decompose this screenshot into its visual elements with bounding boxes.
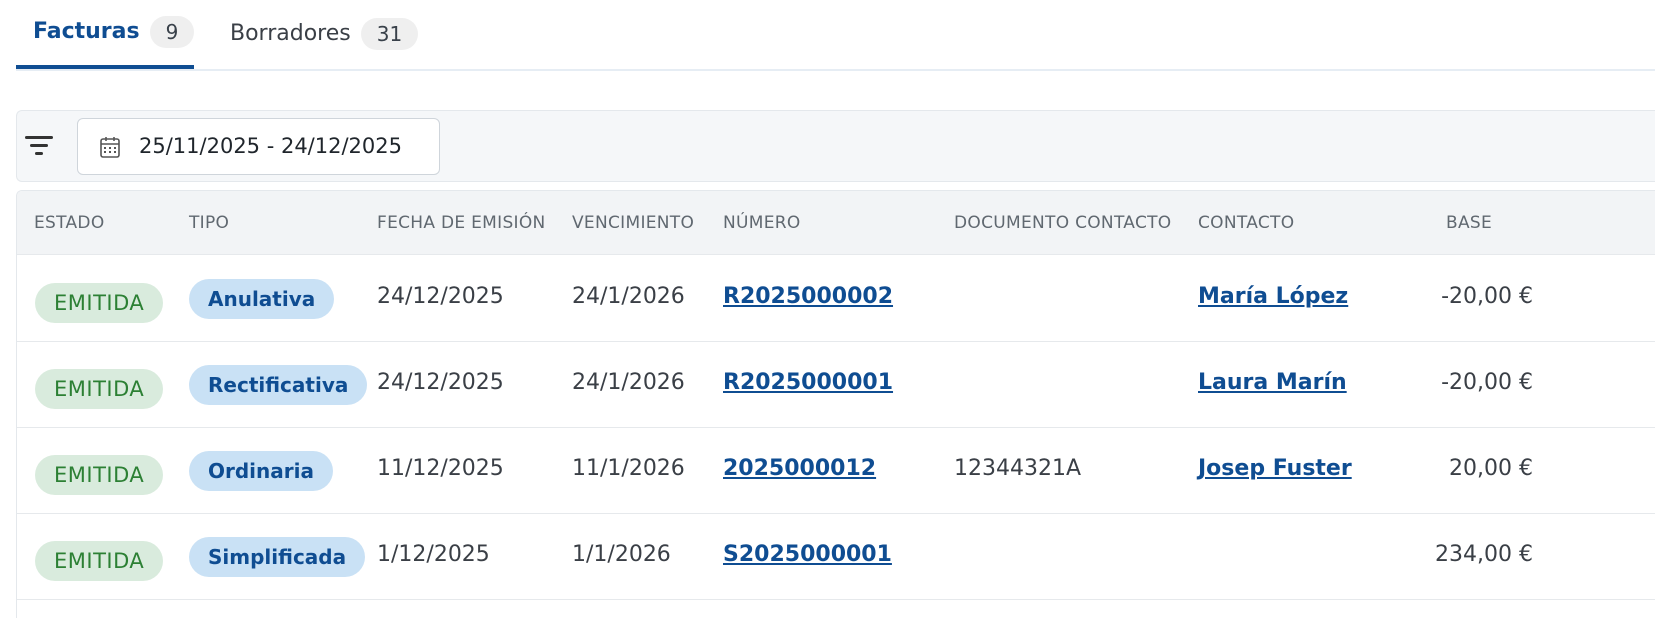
cell-documento: 12344321A bbox=[954, 456, 1082, 481]
date-range-value: 25/11/2025 - 24/12/2025 bbox=[139, 134, 403, 158]
cell-vencimiento: 11/1/2026 bbox=[572, 456, 685, 481]
cell-base: -20,00 € bbox=[1441, 284, 1533, 309]
header-tipo[interactable]: TIPO bbox=[189, 211, 229, 235]
table-header: ESTADO TIPO FECHA DE EMISIÓN VENCIMIENTO… bbox=[17, 191, 1655, 255]
invoice-number-link[interactable]: R2025000002 bbox=[723, 281, 893, 313]
cell-fecha: 1/12/2025 bbox=[377, 542, 490, 567]
header-contacto[interactable]: CONTACTO bbox=[1198, 211, 1294, 235]
table-row[interactable]: EMITIDA Anulativa 24/12/2025 24/1/2026 R… bbox=[17, 255, 1655, 342]
date-range-picker[interactable]: 25/11/2025 - 24/12/2025 bbox=[77, 118, 440, 175]
cell-fecha: 24/12/2025 bbox=[377, 370, 504, 395]
filter-bar: 25/11/2025 - 24/12/2025 bbox=[16, 110, 1655, 182]
table-row[interactable]: EMITIDA Simplificada 1/12/2025 1/1/2026 … bbox=[17, 513, 1655, 600]
cell-base: 20,00 € bbox=[1449, 456, 1533, 481]
calendar-icon bbox=[100, 136, 120, 162]
tab-facturas[interactable]: Facturas 9 bbox=[16, 16, 195, 69]
type-badge: Rectificativa bbox=[189, 365, 368, 405]
type-badge: Ordinaria bbox=[189, 451, 333, 491]
table-row[interactable]: EMITIDA Rectificativa 24/12/2025 24/1/20… bbox=[17, 341, 1655, 428]
tab-bar: Facturas 9 Borradores 31 bbox=[16, 0, 1655, 71]
tab-count-badge: 31 bbox=[360, 18, 419, 50]
contact-link[interactable]: Laura Marín bbox=[1198, 367, 1347, 399]
status-badge: EMITIDA bbox=[35, 455, 164, 495]
status-badge: EMITIDA bbox=[35, 283, 164, 323]
contact-link[interactable]: María López bbox=[1198, 281, 1348, 313]
invoice-number-link[interactable]: R2025000001 bbox=[723, 367, 893, 399]
header-estado[interactable]: ESTADO bbox=[34, 211, 105, 235]
table-row[interactable]: EMITIDA Ordinaria 11/12/2025 11/1/2026 2… bbox=[17, 427, 1655, 514]
status-badge: EMITIDA bbox=[35, 541, 164, 581]
tab-label: Borradores bbox=[230, 21, 351, 46]
cell-vencimiento: 24/1/2026 bbox=[572, 370, 685, 395]
tab-label: Facturas bbox=[33, 19, 140, 44]
cell-fecha: 24/12/2025 bbox=[377, 284, 504, 309]
cell-vencimiento: 1/1/2026 bbox=[572, 542, 671, 567]
type-badge: Anulativa bbox=[189, 279, 335, 319]
header-documento[interactable]: DOCUMENTO CONTACTO bbox=[954, 211, 1171, 235]
invoice-number-link[interactable]: S2025000001 bbox=[723, 539, 892, 571]
status-badge: EMITIDA bbox=[35, 369, 164, 409]
header-vencimiento[interactable]: VENCIMIENTO bbox=[572, 211, 694, 235]
cell-fecha: 11/12/2025 bbox=[377, 456, 504, 481]
header-fecha[interactable]: FECHA DE EMISIÓN bbox=[377, 211, 546, 235]
cell-vencimiento: 24/1/2026 bbox=[572, 284, 685, 309]
tab-count-badge: 9 bbox=[149, 16, 195, 48]
invoice-number-link[interactable]: 2025000012 bbox=[723, 453, 876, 485]
type-badge: Simplificada bbox=[189, 537, 366, 577]
invoices-table: ESTADO TIPO FECHA DE EMISIÓN VENCIMIENTO… bbox=[16, 190, 1655, 618]
cell-base: -20,00 € bbox=[1441, 370, 1533, 395]
header-base[interactable]: BASE bbox=[1446, 211, 1492, 235]
filter-icon[interactable] bbox=[25, 133, 55, 159]
tab-borradores[interactable]: Borradores 31 bbox=[230, 18, 419, 70]
contact-link[interactable]: Josep Fuster bbox=[1198, 453, 1352, 485]
header-numero[interactable]: NÚMERO bbox=[723, 211, 801, 235]
cell-base: 234,00 € bbox=[1435, 542, 1533, 567]
